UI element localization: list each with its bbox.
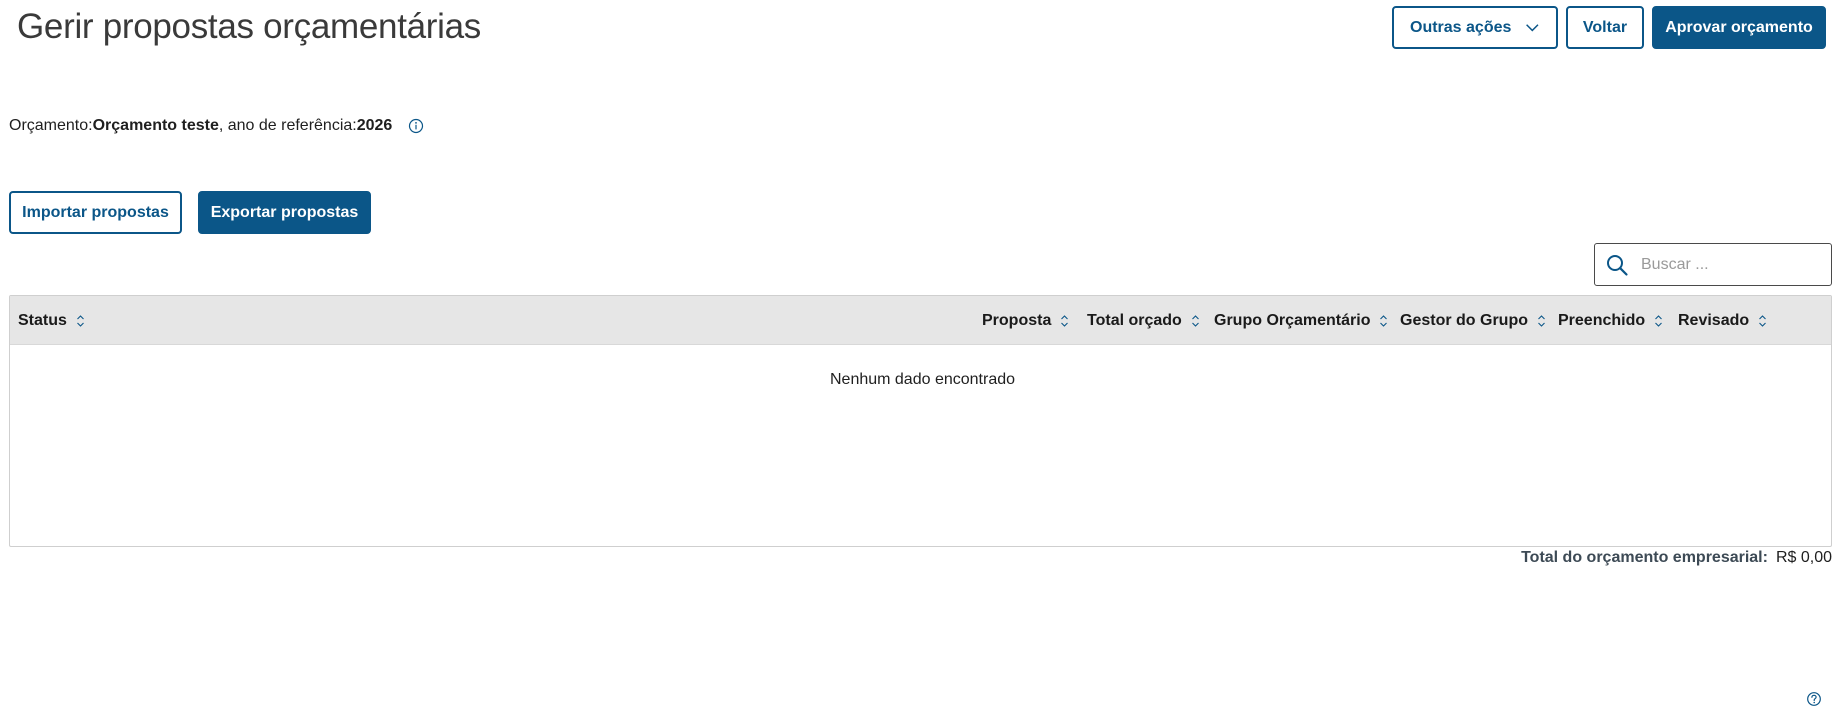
column-header-preenchido[interactable]: Preenchido (1558, 296, 1663, 345)
table-header: Status Proposta Total orçado Grupo Orçam… (10, 296, 1831, 345)
chevron-down-icon (1526, 23, 1539, 31)
import-proposals-button[interactable]: Importar propostas (9, 191, 182, 234)
sort-icon (1191, 314, 1200, 328)
header-actions: Outras ações Voltar Aprovar orçamento (1392, 6, 1826, 49)
column-header-proposta[interactable]: Proposta (982, 296, 1069, 345)
proposals-table: Status Proposta Total orçado Grupo Orçam… (9, 295, 1832, 547)
empty-table-message: Nenhum dado encontrado (829, 371, 1016, 388)
page-title: Gerir propostas orçamentárias (17, 7, 481, 46)
sort-icon (1758, 314, 1767, 328)
back-button[interactable]: Voltar (1566, 6, 1644, 49)
sort-icon (1379, 314, 1388, 328)
sort-icon (76, 314, 85, 328)
help-icon[interactable] (1806, 691, 1822, 707)
search-box[interactable] (1594, 243, 1832, 286)
column-header-status[interactable]: Status (18, 296, 85, 345)
sort-icon (1537, 314, 1546, 328)
sort-icon (1654, 314, 1663, 328)
column-header-gestor-do-grupo[interactable]: Gestor do Grupo (1400, 296, 1546, 345)
column-header-grupo-orcamentario[interactable]: Grupo Orçamentário (1214, 296, 1388, 345)
export-proposals-button[interactable]: Exportar propostas (198, 191, 371, 234)
year-prefix: , ano de referência: (218, 117, 357, 134)
search-icon (1607, 254, 1628, 276)
sort-icon (1060, 314, 1069, 328)
column-header-total-orcado[interactable]: Total orçado (1087, 296, 1200, 345)
column-header-revisado[interactable]: Revisado (1678, 296, 1767, 345)
io-actions: Importar propostas Exportar propostas (9, 191, 371, 234)
approve-budget-button[interactable]: Aprovar orçamento (1652, 6, 1826, 49)
total-value: R$ 0,00 (1775, 549, 1832, 566)
info-icon[interactable] (408, 118, 424, 134)
budget-info: Orçamento: Orçamento teste , ano de refe… (9, 117, 424, 135)
more-actions-label: Outras ações (1410, 18, 1512, 36)
total-line: Total do orçamento empresarial: R$ 0,00 (1521, 549, 1832, 567)
budget-name: Orçamento teste (92, 117, 219, 134)
reference-year: 2026 (356, 117, 393, 134)
page: Gerir propostas orçamentárias Outras açõ… (0, 0, 1838, 727)
search-input[interactable] (1639, 254, 1819, 275)
more-actions-button[interactable]: Outras ações (1392, 6, 1558, 49)
total-label: Total do orçamento empresarial: (1521, 549, 1768, 566)
budget-prefix: Orçamento: (9, 117, 93, 134)
